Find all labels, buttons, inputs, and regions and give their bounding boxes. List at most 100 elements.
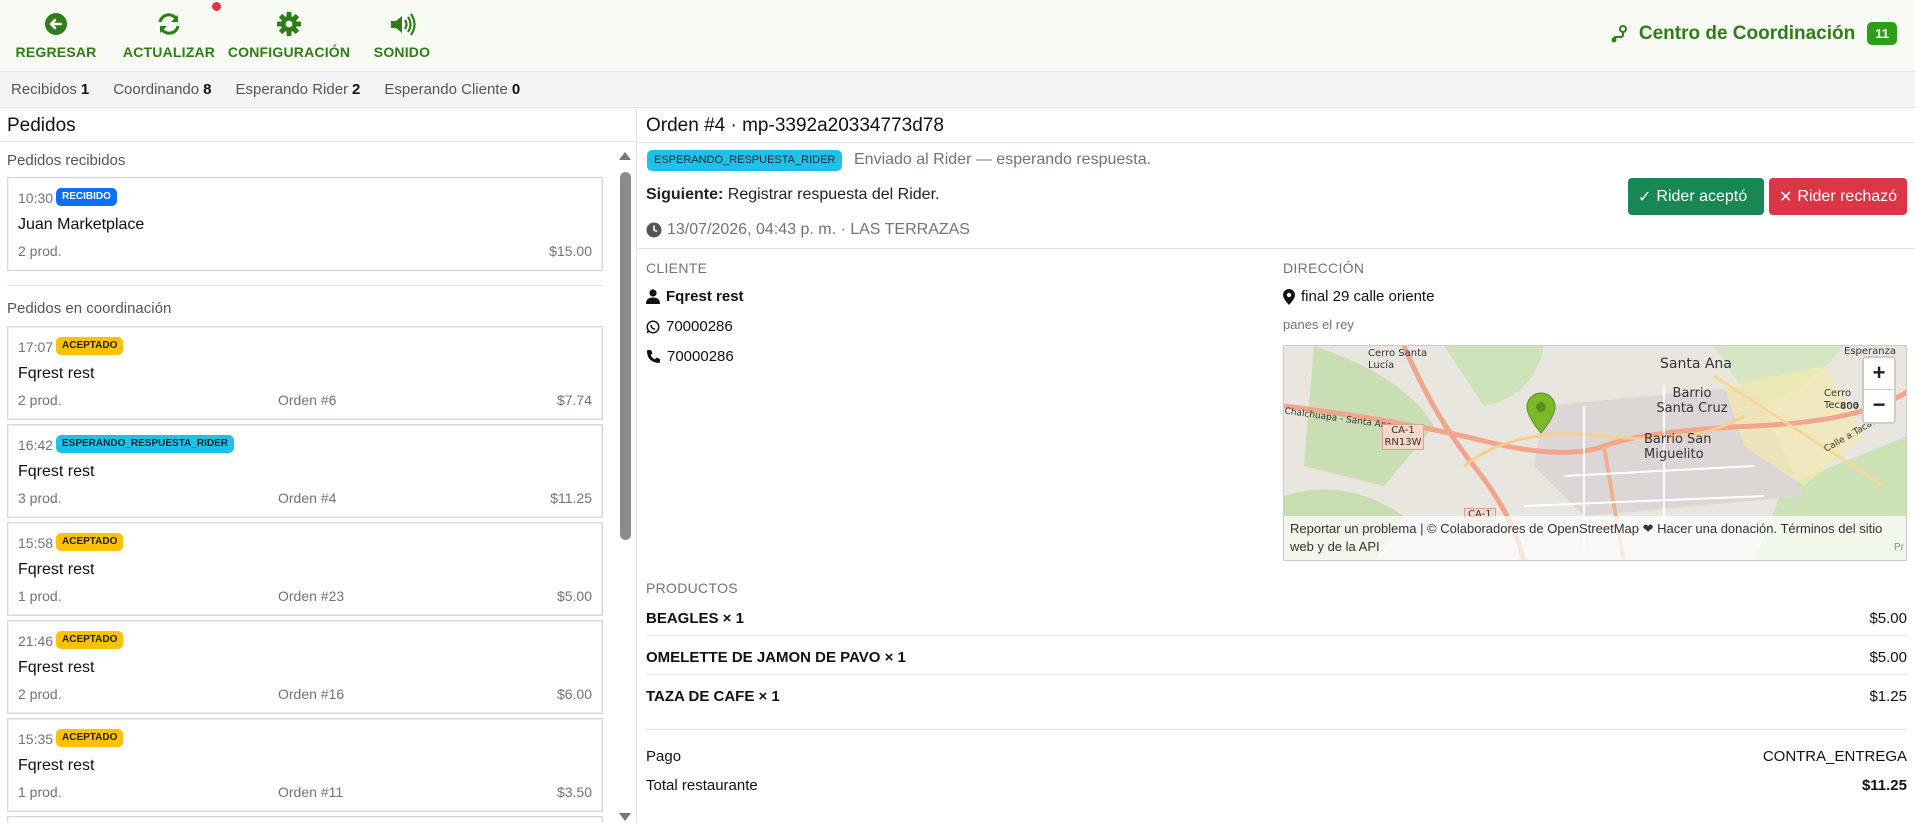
user-icon [646, 289, 660, 304]
product-row: OMELETTE DE JAMON DE PAVO × 1 $5.00 [646, 643, 1907, 675]
x-icon: ✕ [1779, 188, 1793, 206]
status-coordinating-label: Coordinando [113, 81, 200, 98]
orders-list-panel: Pedidos Pedidos recibidos 10:30 RECIBIDO… [0, 108, 637, 823]
whatsapp-icon [646, 319, 660, 334]
product-name: TAZA DE CAFE × 1 [646, 688, 780, 705]
client-name: Fqrest rest [666, 288, 744, 305]
section-divider [7, 285, 603, 286]
map-marker-icon[interactable] [1526, 392, 1556, 434]
next-step-text: Registrar respuesta del Rider. [727, 186, 940, 203]
map-attribution[interactable]: Reportar un problema | © Colaboradores d… [1284, 516, 1906, 560]
status-badge: ESPERANDO_RESPUESTA_RIDER [56, 435, 234, 453]
order-customer: Fqrest rest [18, 463, 95, 480]
order-detail-panel: Orden #4 · mp-3392a20334773d78 ESPERANDO… [638, 108, 1915, 823]
scrollbar-thumb[interactable] [620, 172, 631, 540]
orders-scrollbar[interactable] [617, 148, 633, 823]
order-price: $11.25 [550, 490, 592, 506]
map-zoom-controls: + − [1862, 356, 1896, 424]
map-label: Barrio Santa Cruz [1656, 386, 1728, 416]
order-customer: Fqrest rest [18, 757, 95, 774]
notification-dot [212, 2, 221, 11]
status-waiting-rider-count: 2 [352, 81, 361, 98]
totals-divider [646, 729, 1907, 730]
sound-button[interactable]: SONIDO [374, 12, 430, 62]
order-number: Orden #11 [278, 784, 344, 800]
address-map[interactable]: Santa Ana Barrio Santa Cruz Barrio San M… [1283, 345, 1907, 561]
scroll-up-arrow-icon[interactable] [619, 152, 631, 160]
order-price: $5.00 [556, 588, 592, 604]
order-number: Orden #4 [278, 490, 337, 506]
order-card[interactable]: 15:58 ACEPTADO Fqrest rest 1 prod. Orden… [7, 522, 603, 616]
client-name-row: Fqrest rest [646, 288, 744, 305]
address-row: final 29 calle oriente [1283, 288, 1434, 305]
zoom-in-button[interactable]: + [1864, 358, 1894, 390]
status-waiting-client-count: 0 [511, 81, 521, 98]
order-time: 10:30 [18, 190, 54, 206]
order-time: 21:46 [18, 633, 54, 649]
refresh-button[interactable]: ACTUALIZAR [122, 12, 216, 62]
order-product-count: 2 prod. [18, 243, 62, 259]
order-card[interactable]: 15:35 ACEPTADO Fqrest rest 1 prod. Orden… [7, 718, 603, 812]
zoom-out-button[interactable]: − [1864, 390, 1894, 422]
status-coordinating: Coordinando 8 [113, 81, 211, 98]
rider-rejected-button[interactable]: ✕ Rider rechazó [1769, 178, 1907, 215]
sound-button-label: SONIDO [373, 44, 431, 60]
product-name: OMELETTE DE JAMON DE PAVO × 1 [646, 649, 906, 666]
received-section-title: Pedidos recibidos [7, 152, 126, 169]
arrow-left-circle-icon [45, 13, 67, 35]
order-customer: Fqrest rest [18, 365, 95, 382]
rider-accepted-button[interactable]: ✓ Rider aceptó [1628, 178, 1764, 215]
phone-row[interactable]: 70000286 [646, 348, 734, 365]
refresh-icon [158, 13, 180, 35]
order-status-text: Enviado al Rider — esperando respuesta. [854, 151, 1152, 168]
product-price: $5.00 [1869, 610, 1907, 627]
order-card[interactable]: 21:46 ACEPTADO Fqrest rest 2 prod. Orden… [7, 620, 603, 714]
status-badge: ACEPTADO [56, 533, 124, 551]
map-attribution-text[interactable]: Reportar un problema | © Colaboradores d… [1290, 521, 1882, 554]
phone-icon [647, 350, 660, 363]
rider-rejected-label: Rider rechazó [1797, 187, 1898, 205]
order-number: Orden #16 [278, 686, 345, 702]
order-datetime: 13/07/2026, 04:43 p. m. · LAS TERRAZAS [667, 221, 970, 238]
address-reference: panes el rey [1283, 317, 1354, 332]
product-price: $1.25 [1869, 688, 1907, 705]
refresh-button-label: ACTUALIZAR [122, 44, 216, 60]
total-row: Total restaurante $11.25 [646, 777, 1907, 794]
order-card[interactable]: 17:07 ACEPTADO Fqrest rest 2 prod. Orden… [7, 326, 603, 420]
settings-button[interactable]: CONFIGURACIÓN [228, 12, 350, 62]
total-value: $11.25 [1861, 777, 1907, 794]
volume-icon [391, 13, 416, 36]
map-pin-icon [1283, 288, 1295, 305]
order-price: $15.00 [549, 243, 592, 259]
order-detail-title: Orden #4 · mp-3392a20334773d78 [646, 115, 944, 136]
status-badge: ACEPTADO [56, 631, 124, 649]
whatsapp-row[interactable]: 70000286 [646, 318, 733, 335]
order-time: 15:35 [18, 731, 54, 747]
order-customer: Fqrest rest [18, 561, 95, 578]
order-card-selected[interactable]: 16:42 ESPERANDO_RESPUESTA_RIDER Fqrest r… [7, 424, 603, 518]
coordination-app: REGRESAR ACTUALIZAR CONFIGURACIÓN SONIDO… [0, 0, 1915, 823]
total-label: Total restaurante [646, 777, 758, 794]
page-title-group: Centro de Coordinación 11 [1609, 22, 1897, 45]
scroll-down-arrow-icon[interactable] [619, 813, 631, 821]
order-card-partial[interactable] [7, 816, 603, 823]
order-number: Orden #23 [278, 588, 345, 604]
status-coordinating-count: 8 [203, 81, 212, 98]
client-section-label: CLIENTE [646, 260, 708, 276]
orders-panel-title: Pedidos [0, 108, 636, 142]
payment-label: Pago [646, 748, 682, 765]
rider-accepted-label: Rider aceptó [1656, 187, 1748, 205]
back-button[interactable]: REGRESAR [16, 12, 96, 62]
status-waiting-rider-label: Esperando Rider [235, 81, 349, 98]
order-product-count: 2 prod. [18, 392, 62, 408]
client-whatsapp: 70000286 [666, 318, 733, 335]
status-waiting-rider: Esperando Rider 2 [235, 81, 360, 98]
order-product-count: 1 prod. [18, 588, 62, 604]
map-label: Santa Ana [1660, 356, 1732, 372]
header-divider [638, 142, 1915, 143]
status-waiting-client: Esperando Cliente 0 [384, 81, 520, 98]
back-button-label: REGRESAR [15, 44, 97, 60]
order-card[interactable]: 10:30 RECIBIDO Juan Marketplace 2 prod. … [7, 177, 603, 271]
product-name: BEAGLES × 1 [646, 610, 744, 627]
top-toolbar: REGRESAR ACTUALIZAR CONFIGURACIÓN SONIDO… [0, 0, 1915, 72]
